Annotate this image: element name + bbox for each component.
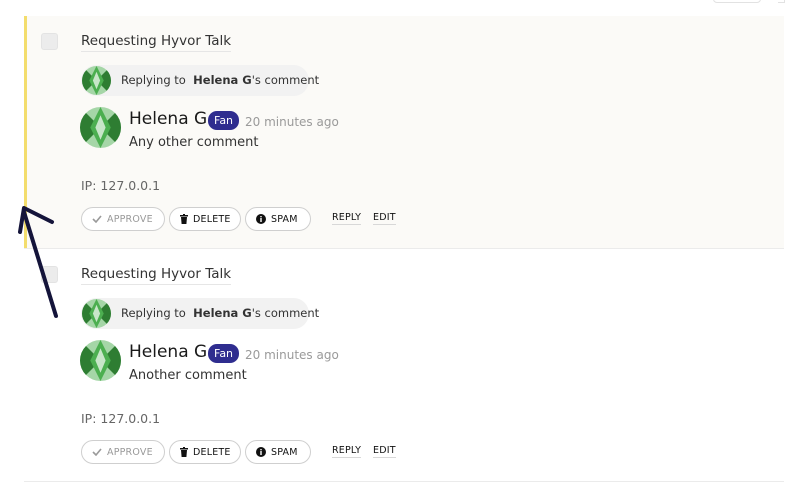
- replying-to-pill[interactable]: Replying to Helena G's comment: [81, 65, 319, 96]
- spam-button[interactable]: SPAM: [245, 207, 311, 231]
- avatar[interactable]: [80, 107, 121, 148]
- delete-button[interactable]: DELETE: [169, 207, 241, 231]
- status-badge: Fan: [208, 344, 240, 363]
- spam-button[interactable]: SPAM: [245, 440, 311, 464]
- comment-card: Requesting Hyvor Talk Replying to Helena…: [24, 249, 784, 482]
- author-name[interactable]: Helena G: [129, 342, 207, 362]
- page-title-link[interactable]: Requesting Hyvor Talk: [81, 266, 232, 285]
- timestamp[interactable]: 20 minutes ago: [245, 348, 339, 362]
- avatar: [82, 66, 111, 95]
- trash-icon: [180, 447, 188, 457]
- avatar[interactable]: [80, 340, 121, 381]
- replying-to-pill[interactable]: Replying to Helena G's comment: [81, 298, 319, 329]
- delete-button[interactable]: DELETE: [169, 440, 241, 464]
- ip-address: IP: 127.0.0.1: [81, 178, 161, 193]
- approve-button[interactable]: APPROVE: [81, 440, 165, 464]
- avatar: [82, 299, 111, 328]
- edit-link[interactable]: EDIT: [373, 212, 396, 225]
- info-icon: [256, 214, 266, 224]
- top-control-edge: [713, 0, 761, 3]
- trash-icon: [180, 214, 188, 224]
- comment-card: Requesting Hyvor Talk Replying to Helena…: [24, 16, 784, 249]
- top-control-edge-right: [778, 0, 785, 3]
- comment-body: Another comment: [129, 368, 247, 383]
- reply-target-name: Helena G: [193, 306, 252, 320]
- annotation-arrow-icon: [18, 206, 58, 318]
- page-title-link[interactable]: Requesting Hyvor Talk: [81, 33, 232, 52]
- timestamp[interactable]: 20 minutes ago: [245, 115, 339, 129]
- status-badge: Fan: [208, 111, 240, 130]
- approve-button[interactable]: APPROVE: [81, 207, 165, 231]
- replying-to-text: Replying to Helena G's comment: [121, 73, 320, 87]
- replying-to-text: Replying to Helena G's comment: [121, 306, 320, 320]
- comment-body: Any other comment: [129, 135, 259, 150]
- reply-target-name: Helena G: [193, 73, 252, 87]
- reply-link[interactable]: REPLY: [332, 212, 362, 225]
- author-name[interactable]: Helena G: [129, 109, 207, 129]
- select-checkbox[interactable]: [41, 33, 58, 50]
- ip-address: IP: 127.0.0.1: [81, 411, 161, 426]
- edit-link[interactable]: EDIT: [373, 445, 396, 458]
- check-icon: [92, 215, 102, 223]
- reply-link[interactable]: REPLY: [332, 445, 362, 458]
- info-icon: [256, 447, 266, 457]
- check-icon: [92, 448, 102, 456]
